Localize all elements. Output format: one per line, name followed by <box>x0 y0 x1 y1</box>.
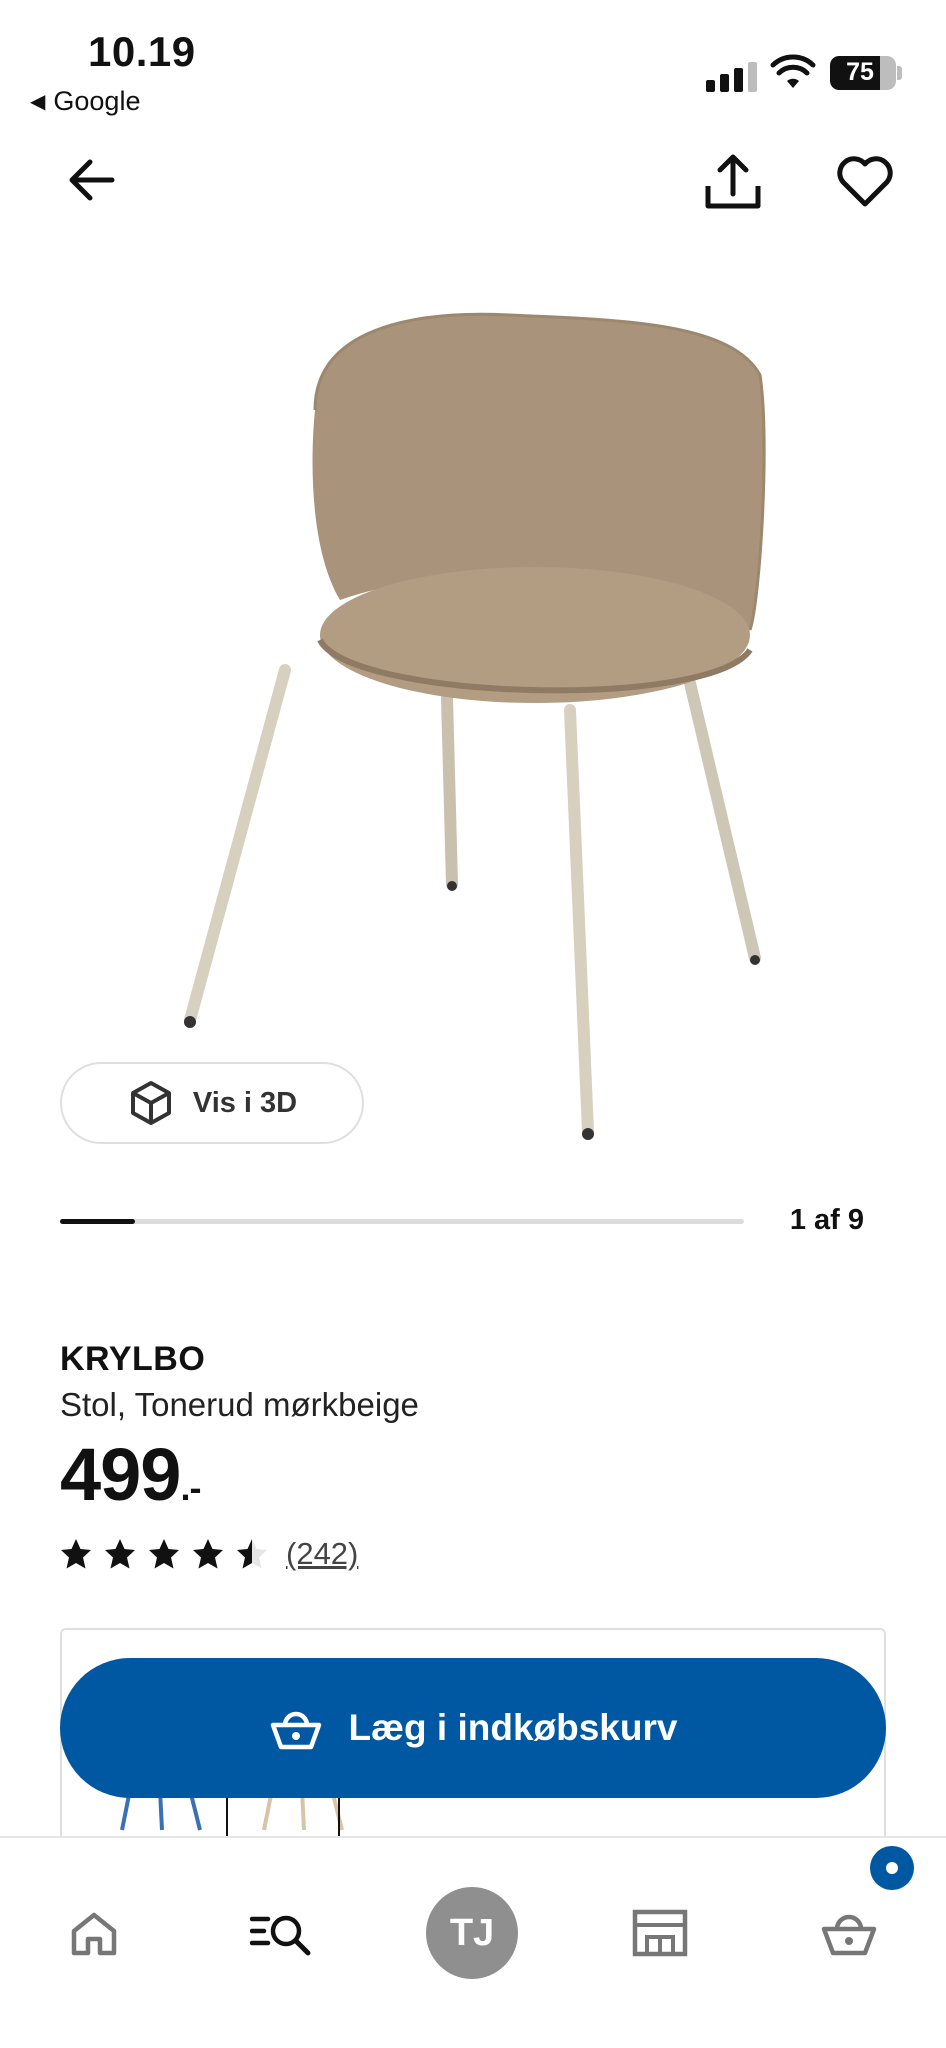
star-full-icon <box>61 1539 91 1569</box>
review-count-link[interactable]: (242) <box>286 1536 358 1572</box>
product-description: Stol, Tonerud mørkbeige <box>60 1386 419 1423</box>
tab-profile[interactable]: TJ <box>426 1878 518 1988</box>
avatar: TJ <box>426 1887 518 1979</box>
battery-icon: 75 <box>830 56 896 90</box>
heart-icon <box>837 156 893 207</box>
star-full-icon <box>149 1539 179 1569</box>
add-to-cart-label: Læg i indkøbskurv <box>348 1707 678 1748</box>
star-half-icon <box>237 1539 267 1569</box>
cellular-signal-icon <box>706 62 757 92</box>
back-app-label: Google <box>53 86 141 116</box>
store-icon <box>632 1909 688 1957</box>
basket-icon <box>270 1711 321 1750</box>
gallery-position-label: 1 af 9 <box>789 1204 864 1236</box>
tab-stores[interactable] <box>632 1878 688 1988</box>
cart-badge <box>870 1846 914 1890</box>
arrow-left-icon <box>69 159 115 201</box>
star-full-icon <box>105 1539 135 1569</box>
gallery-progress-bar <box>60 1219 744 1224</box>
basket-icon <box>821 1914 877 1956</box>
price-value: 499 <box>60 1433 181 1516</box>
price-suffix: .- <box>180 1467 201 1508</box>
back-triangle-icon: ◀ <box>30 91 46 113</box>
back-button[interactable] <box>62 150 122 210</box>
bottom-tab-bar: TJ <box>0 1836 946 2048</box>
share-icon <box>705 154 761 209</box>
view-3d-label: Vis i 3D <box>192 1086 298 1119</box>
wifi-icon <box>770 54 816 88</box>
tab-cart[interactable] <box>820 1878 878 1988</box>
product-name: KRYLBO <box>60 1340 206 1378</box>
product-rating[interactable]: (242) <box>60 1536 358 1572</box>
view-3d-button[interactable]: Vis i 3D <box>60 1062 364 1144</box>
favorite-button[interactable] <box>834 150 896 212</box>
tab-search[interactable] <box>250 1878 314 1988</box>
rating-stars <box>60 1538 268 1570</box>
gallery-progress-fill <box>60 1219 136 1224</box>
product-image-chair[interactable] <box>150 300 790 1160</box>
status-time: 10.19 <box>88 28 196 75</box>
battery-percent: 75 <box>846 58 874 86</box>
battery-tip <box>897 66 902 80</box>
home-icon <box>71 1912 117 1956</box>
add-to-cart-button[interactable]: Læg i indkøbskurv <box>60 1658 886 1798</box>
share-button[interactable] <box>700 150 766 216</box>
tab-home[interactable] <box>68 1878 120 1988</box>
product-price: 499 .- <box>60 1432 201 1517</box>
search-list-icon <box>250 1915 311 1956</box>
back-to-app[interactable]: ◀ Google <box>30 86 140 117</box>
star-full-icon <box>193 1539 223 1569</box>
cube-icon <box>130 1081 171 1125</box>
